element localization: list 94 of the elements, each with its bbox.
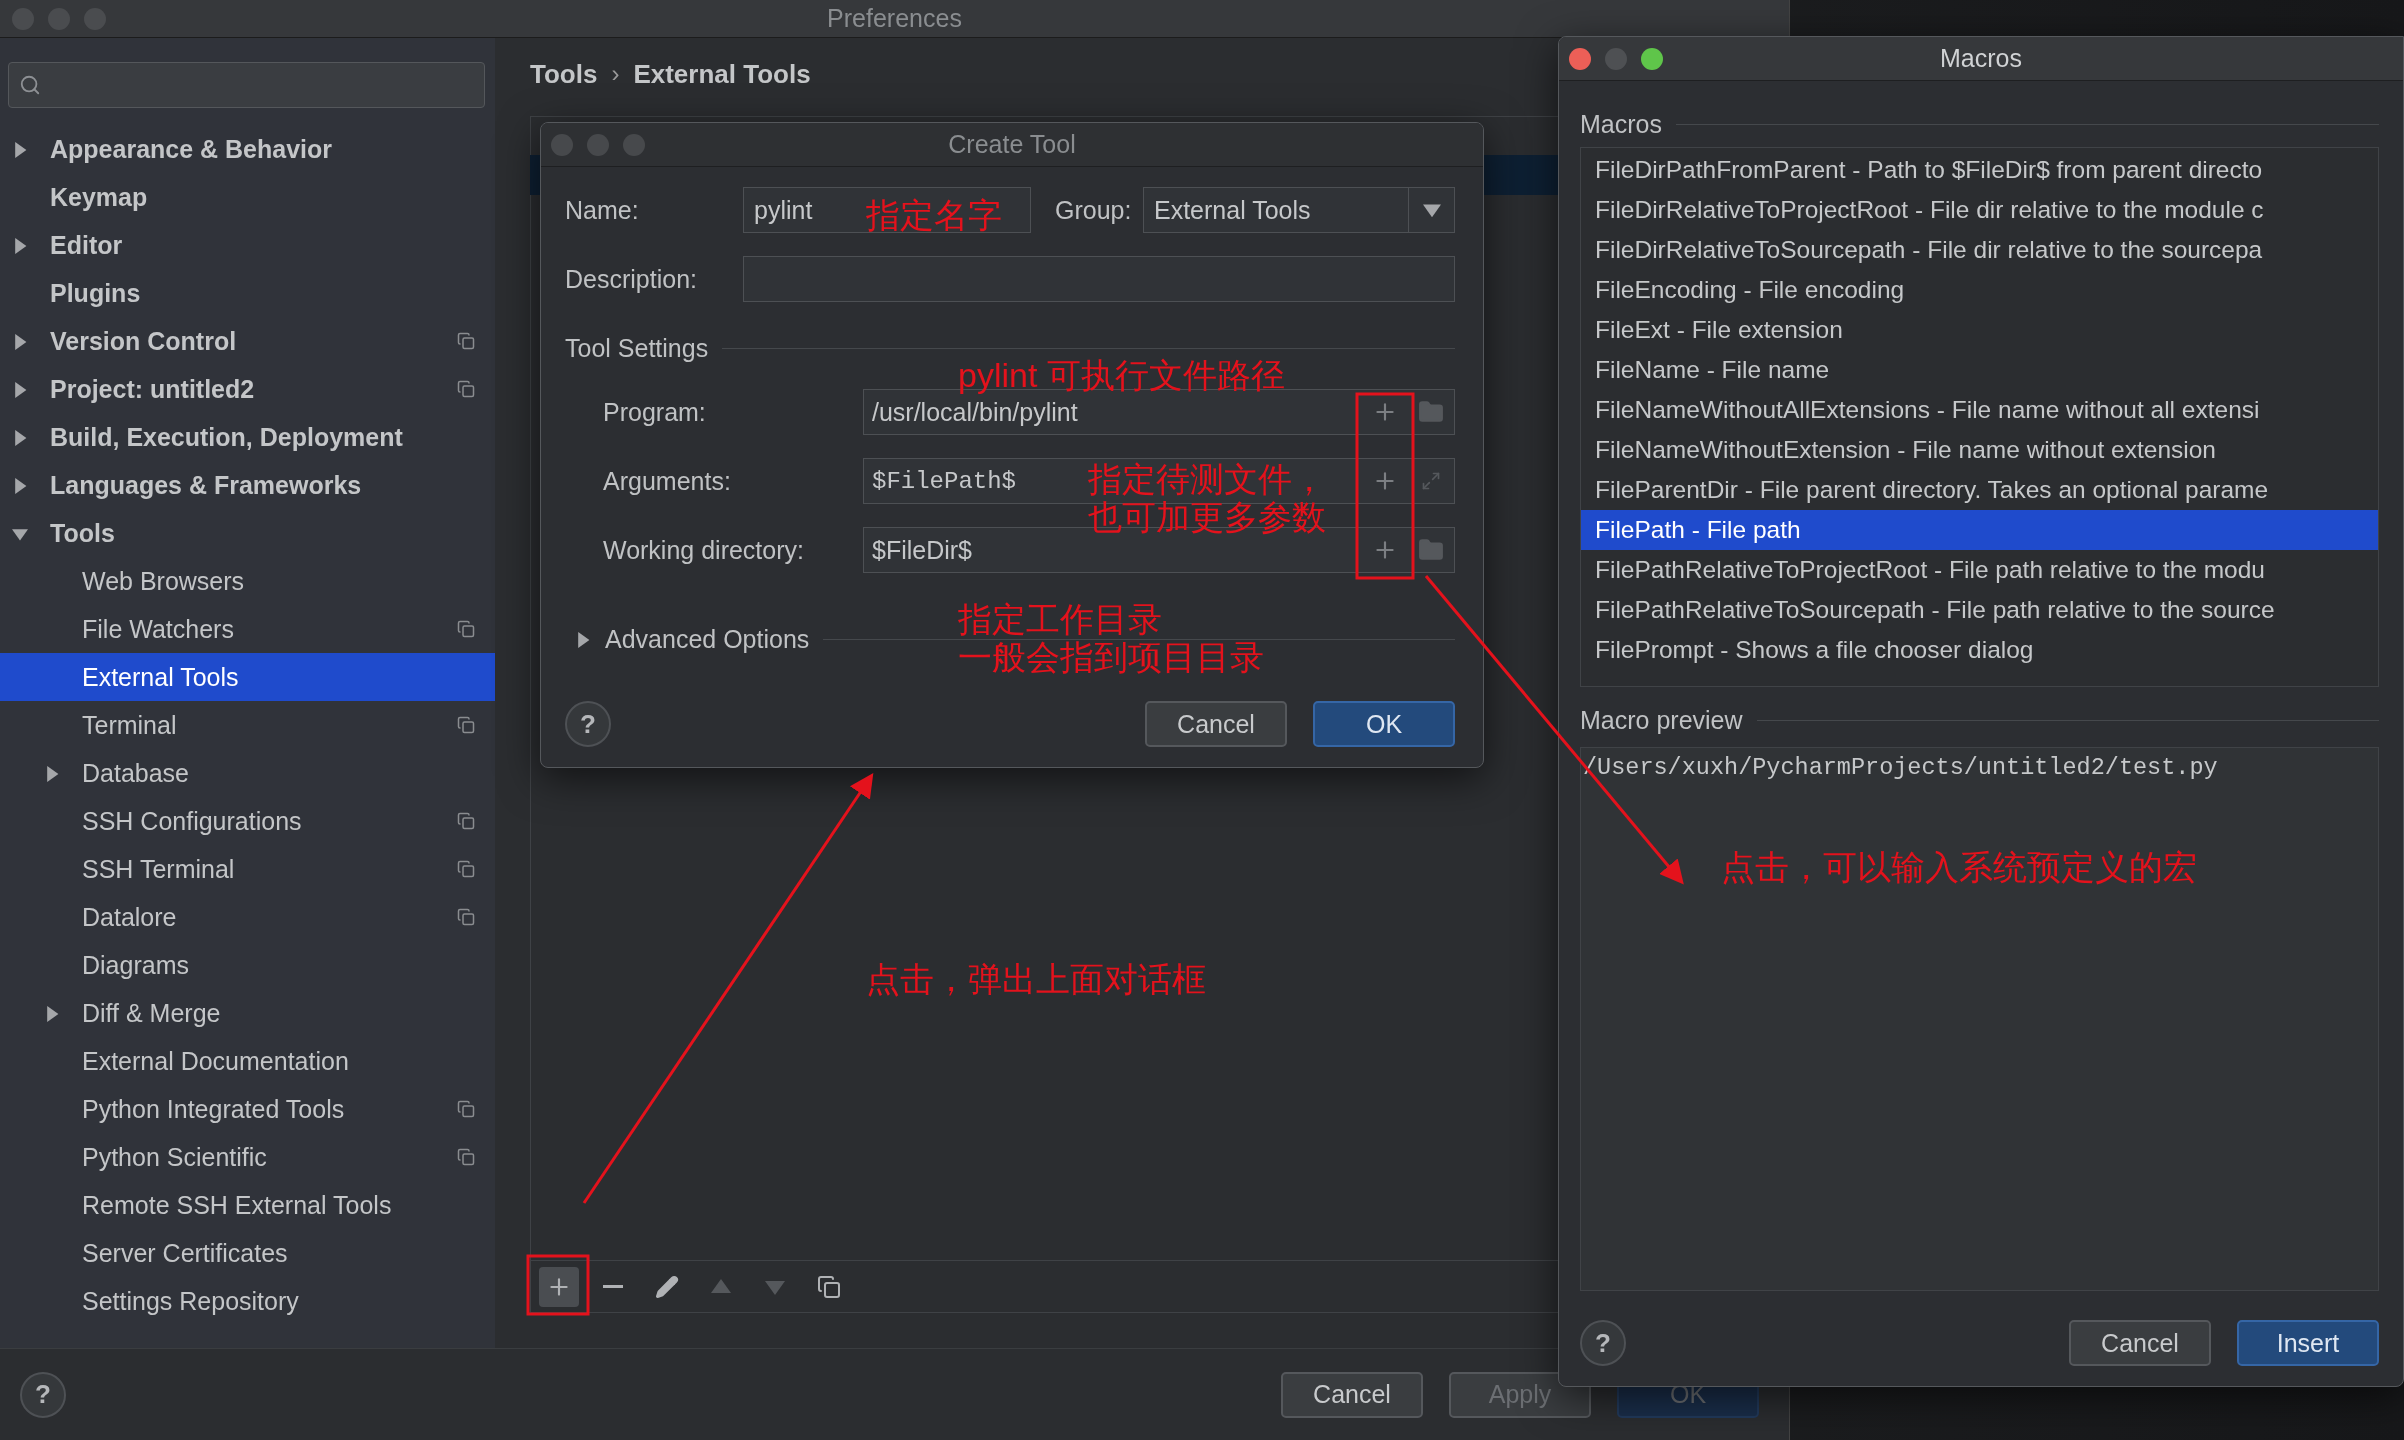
breadcrumb-separator: › <box>611 60 620 88</box>
ok-button[interactable]: OK <box>1313 701 1455 747</box>
breadcrumb-item[interactable]: External Tools <box>633 58 811 90</box>
window-title: Preferences <box>827 4 962 32</box>
dialog-title: Create Tool <box>948 130 1076 158</box>
folder-icon <box>1418 537 1444 563</box>
zoom-light-icon[interactable] <box>1641 47 1663 70</box>
collapsed-arrow-icon <box>12 429 28 446</box>
sidebar-item[interactable]: Database <box>0 749 495 797</box>
help-button[interactable]: ? <box>1580 1320 1626 1366</box>
collapsed-arrow-icon <box>44 765 60 782</box>
macro-item[interactable]: FileDirRelativeToSourcepath - File dir relative to the sourcepa <box>1581 230 2378 270</box>
sidebar-item[interactable]: External Tools <box>0 653 495 701</box>
sidebar-item[interactable]: Datalore <box>0 893 495 941</box>
sidebar-item[interactable]: Diagrams <box>0 941 495 989</box>
sidebar-item[interactable]: Languages & Frameworks <box>0 461 495 509</box>
description-field[interactable] <box>743 256 1455 302</box>
insert-button[interactable]: Insert <box>2237 1320 2379 1366</box>
sidebar-item[interactable]: Plugins <box>0 269 495 317</box>
help-button[interactable]: ? <box>20 1371 66 1418</box>
sidebar-item[interactable]: Python Scientific <box>0 1133 495 1181</box>
group-label: Group: <box>1054 195 1133 225</box>
expand-icon <box>1421 471 1441 491</box>
minimize-light-icon[interactable] <box>1605 47 1627 70</box>
macro-item[interactable]: FileExt - File extension <box>1581 310 2378 350</box>
close-light-icon[interactable] <box>551 133 573 156</box>
annotation-note: 点击，可以输入系统预定义的宏 <box>1721 848 2197 887</box>
name-label: Name: <box>565 195 640 225</box>
sidebar-item[interactable]: File Watchers <box>0 605 495 653</box>
add-button[interactable] <box>539 1266 579 1307</box>
help-button[interactable]: ? <box>565 701 611 747</box>
macro-item[interactable]: FileParentDir - File parent directory. Takes an optional parame <box>1581 470 2378 510</box>
sidebar-item[interactable]: Web Browsers <box>0 557 495 605</box>
annotation-note: 指定名字 <box>866 196 1002 235</box>
sidebar-item[interactable]: External Documentation <box>0 1037 495 1085</box>
sidebar-item[interactable]: Terminal <box>0 701 495 749</box>
macro-item[interactable]: FileEncoding - File encoding <box>1581 270 2378 310</box>
sidebar-item[interactable]: Remote SSH External Tools <box>0 1181 495 1229</box>
collapsed-arrow-icon <box>575 631 591 648</box>
advanced-options-toggle[interactable]: Advanced Options <box>605 624 810 654</box>
field-label: Arguments: <box>602 466 732 496</box>
sidebar-item[interactable]: Python Integrated Tools <box>0 1085 495 1133</box>
macro-item[interactable]: FileName - File name <box>1581 350 2378 390</box>
minus-icon <box>603 1285 623 1288</box>
collapsed-arrow-icon <box>12 477 28 494</box>
section-title: Macro preview <box>1580 705 1743 735</box>
breadcrumb-item[interactable]: Tools <box>530 58 598 90</box>
sidebar-item[interactable]: Settings Repository <box>0 1277 495 1325</box>
sidebar-item[interactable]: Version Control <box>0 317 495 365</box>
description-label: Description: <box>565 264 698 294</box>
macro-item[interactable]: FileDirPathFromParent - Path to $FileDir$ from parent directo <box>1581 150 2378 190</box>
annotation-note: 一般会指到项目目录 <box>958 638 1264 677</box>
sidebar-item[interactable]: Server Certificates <box>0 1229 495 1277</box>
close-light-icon[interactable] <box>1569 47 1591 70</box>
cancel-button[interactable]: Cancel <box>2069 1320 2211 1366</box>
sidebar-item[interactable]: Tools <box>0 509 495 557</box>
group-dropdown[interactable]: External Tools <box>1143 187 1455 233</box>
sidebar-item[interactable]: Build, Execution, Deployment <box>0 413 495 461</box>
search-icon <box>19 74 41 96</box>
collapsed-arrow-icon <box>12 381 28 398</box>
annotation-note: 指定工作目录 <box>958 600 1162 639</box>
macro-item[interactable]: FilePathRelativeToSourcepath - File path relative to the source <box>1581 590 2378 630</box>
sidebar-item[interactable]: Diff & Merge <box>0 989 495 1037</box>
sidebar-item[interactable]: Keymap <box>0 173 495 221</box>
sidebar-item[interactable]: Editor <box>0 221 495 269</box>
dialog-title: Macros <box>1940 44 2022 72</box>
cancel-button[interactable]: Cancel <box>1281 1371 1423 1418</box>
annotation-note: 点击，弹出上面对话框 <box>866 960 1206 999</box>
sidebar-item[interactable]: Project: untitled2 <box>0 365 495 413</box>
macro-item[interactable]: FilePath - File path <box>1581 510 2378 550</box>
pencil-icon <box>655 1274 679 1299</box>
field-label: Program: <box>602 397 707 427</box>
collapsed-arrow-icon <box>12 237 28 254</box>
collapsed-arrow-icon <box>12 141 28 158</box>
collapsed-arrow-icon <box>12 333 28 350</box>
collapsed-arrow-icon <box>44 1005 60 1022</box>
sidebar-item[interactable]: SSH Terminal <box>0 845 495 893</box>
macro-item[interactable]: FileNameWithoutAllExtensions - File name without all extensi <box>1581 390 2378 430</box>
cancel-button[interactable]: Cancel <box>1145 701 1287 747</box>
macro-item[interactable]: FilePrompt - Shows a file chooser dialog <box>1581 630 2378 670</box>
minimize-light-icon[interactable] <box>587 133 609 156</box>
section-title: Tool Settings <box>565 333 709 363</box>
search-field[interactable] <box>8 62 485 108</box>
sidebar-item[interactable]: SSH Configurations <box>0 797 495 845</box>
annotation-note: 指定待测文件， <box>1088 460 1326 499</box>
copy-icon <box>817 1274 841 1299</box>
sidebar-item[interactable]: Appearance & Behavior <box>0 125 495 173</box>
macro-item[interactable]: FileDirRelativeToProjectRoot - File dir relative to the module c <box>1581 190 2378 230</box>
macro-item[interactable]: FilePathRelativeToProjectRoot - File path relative to the modu <box>1581 550 2378 590</box>
field-label: Working directory: <box>602 535 805 565</box>
macro-item[interactable]: FileNameWithoutExtension - File name without extension <box>1581 430 2378 470</box>
section-title: Macros <box>1580 109 1662 139</box>
folder-icon <box>1418 399 1444 425</box>
highlight-frame <box>526 1254 590 1316</box>
